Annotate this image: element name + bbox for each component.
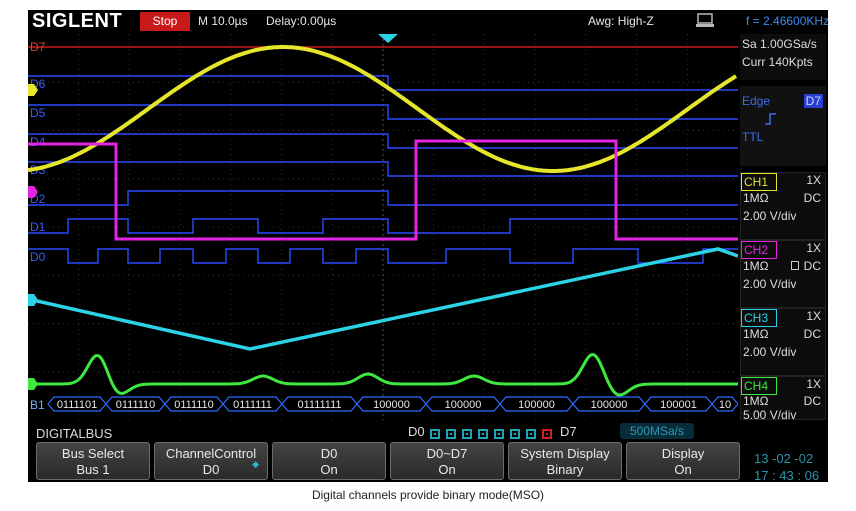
knob-select-icon: ◆: [252, 459, 259, 469]
status-start-label: D0: [408, 424, 425, 439]
bandwidth-limit-icon: [791, 261, 799, 270]
d6-status-icon: [526, 429, 536, 439]
digital-trace-d2: [28, 190, 738, 206]
trigger-frequency: f = 2.46600KHz: [746, 14, 828, 28]
d7-status-icon: [542, 429, 552, 439]
digital-sample-rate: 500MSa/s: [620, 423, 694, 439]
system-display-softkey[interactable]: System Display Binary: [508, 442, 622, 480]
waveform-display[interactable]: D7 D6 D5 D4 D3 D2 D1 D0 B1 0111101 0111110 0111110 0…: [28, 34, 739, 420]
digital-label-d0: D0: [30, 250, 46, 264]
channel-offset-marker: [28, 294, 38, 306]
acquisition-info: Sa 1.00GSa/s Curr 140Kpts: [740, 34, 826, 80]
image-caption: Digital channels provide binary mode(MSO…: [311, 488, 545, 502]
ch3-vdiv: 2.00 V/div: [743, 345, 797, 359]
status-end-label: D7: [560, 424, 577, 439]
digital-label-d4: D4: [30, 135, 46, 149]
ch2-impedance: 1MΩ: [743, 259, 769, 273]
trigger-level-type: TTL: [742, 130, 764, 144]
bus-select-softkey[interactable]: Bus Select Bus 1: [36, 442, 150, 480]
ch1-label: CH1: [741, 173, 777, 191]
trigger-type: Edge: [742, 94, 771, 108]
bus-value: 10: [719, 399, 731, 411]
bus-value: 100001: [660, 399, 697, 411]
ch4-probe: 1X: [806, 377, 821, 391]
digital-label-d7: D7: [30, 40, 46, 54]
oscilloscope-screen: SIGLENT Stop M 10.0µs Delay:0.00µs Awg: …: [28, 10, 828, 482]
waveform-canvas[interactable]: D7D6D5D4D3D2D1D0B1 0111101 0111110 0111110 0…: [28, 34, 739, 420]
date-readout: 13 -02 -02: [754, 451, 814, 466]
ch1-probe: 1X: [806, 173, 821, 187]
awg-impedance: Awg: High-Z: [588, 14, 654, 28]
bus-value: 0111110: [116, 399, 156, 411]
channel-control-softkey[interactable]: ChannelControl D0 ◆: [154, 442, 268, 480]
sample-rate: Sa 1.00GSa/s: [742, 37, 817, 51]
bus-value: 0111101: [57, 399, 97, 411]
time-readout: 17 : 43 : 06: [754, 468, 820, 482]
ch2-info[interactable]: CH2 1X 1MΩ DC 2.00 V/div: [740, 240, 826, 308]
ch1-impedance: 1MΩ: [743, 191, 769, 205]
digital-label-d5: D5: [30, 106, 46, 120]
d5-status-icon: [510, 429, 520, 439]
brand-logo: SIGLENT: [32, 10, 123, 32]
bus-value: 0111111: [233, 399, 272, 411]
bus-value: 100000: [373, 399, 410, 411]
ch2-vdiv: 2.00 V/div: [743, 277, 797, 291]
ch4-coupling: DC: [803, 394, 821, 408]
ch2-probe: 1X: [806, 241, 821, 255]
menu-title: DIGITALBUS: [36, 426, 113, 441]
ch4-impedance: 1MΩ: [743, 394, 769, 408]
ch3-impedance: 1MΩ: [743, 327, 769, 341]
ch4-label: CH4: [741, 377, 777, 395]
ch3-probe: 1X: [806, 309, 821, 323]
d4-status-icon: [494, 429, 504, 439]
digital-label-d1: D1: [30, 220, 46, 234]
delay-readout[interactable]: Delay:0.00µs: [266, 14, 336, 28]
top-status-bar: SIGLENT Stop M 10.0µs Delay:0.00µs Awg: …: [28, 10, 828, 34]
channel-offset-marker: [28, 378, 38, 390]
ch4-info[interactable]: CH4 1X 1MΩ DC 5.00 V/div: [740, 376, 826, 422]
bus-value: 0111110: [174, 399, 214, 411]
ch2-coupling: DC: [803, 259, 821, 273]
ch2-label: CH2: [741, 241, 777, 259]
bus-value: 01111111: [297, 399, 341, 411]
bus-value: 100000: [445, 399, 482, 411]
ch3-info[interactable]: CH3 1X 1MΩ DC 2.00 V/div: [740, 308, 826, 376]
trigger-position-marker: [378, 34, 398, 43]
bus-value: 100000: [518, 399, 555, 411]
ch1-waveform: [28, 45, 738, 173]
ch1-vdiv: 2.00 V/div: [743, 209, 797, 223]
right-info-panel: Sa 1.00GSa/s Curr 140Kpts Edge D7 TTL CH…: [738, 34, 828, 422]
d0-status-icon: [430, 429, 440, 439]
ch1-info[interactable]: CH1 1X 1MΩ DC 2.00 V/div: [740, 172, 826, 240]
d0-d7-toggle-softkey[interactable]: D0~D7 On: [390, 442, 504, 480]
run-stop-status[interactable]: Stop: [140, 12, 190, 31]
ch3-label: CH3: [741, 309, 777, 327]
d3-status-icon: [478, 429, 488, 439]
trigger-info[interactable]: Edge D7 TTL: [740, 86, 826, 166]
timebase-readout[interactable]: M 10.0µs: [198, 14, 248, 28]
usb-device-icon: [696, 12, 716, 33]
d1-status-icon: [446, 429, 456, 439]
bus-label: B1: [30, 398, 45, 412]
display-toggle-softkey[interactable]: Display On: [626, 442, 740, 480]
trigger-source: D7: [803, 94, 823, 108]
softkey-menu: DIGITALBUS D0 D7 500MSa/s Bus Select Bus…: [28, 420, 828, 482]
ch3-coupling: DC: [803, 327, 821, 341]
memory-depth: Curr 140Kpts: [742, 55, 813, 69]
date-time: 13 -02 -02 17 : 43 : 06: [754, 450, 819, 482]
d0-toggle-softkey[interactable]: D0 On: [272, 442, 386, 480]
graticule: [28, 34, 738, 420]
rising-edge-icon: [764, 112, 778, 129]
bus-value: 100000: [591, 399, 628, 411]
d2-status-icon: [462, 429, 472, 439]
ch1-coupling: DC: [803, 191, 821, 205]
